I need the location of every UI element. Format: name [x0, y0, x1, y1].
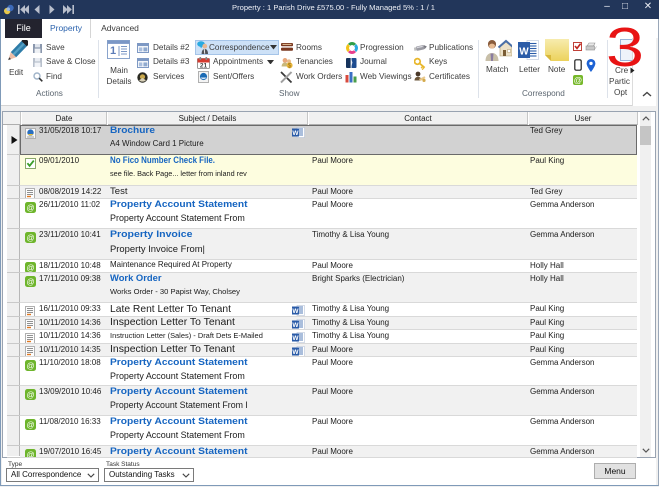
- svg-text:@: @: [26, 203, 34, 212]
- svg-text:@: @: [574, 75, 583, 85]
- svg-text:@: @: [26, 420, 34, 429]
- svg-text:W: W: [292, 130, 299, 137]
- svg-text:@: @: [26, 233, 34, 242]
- svg-text:@: @: [26, 277, 34, 286]
- svg-text:@: @: [26, 390, 34, 399]
- svg-text:1: 1: [110, 45, 116, 57]
- svg-text:@: @: [26, 263, 34, 272]
- svg-text:@: @: [26, 361, 34, 370]
- svg-text:@: @: [26, 450, 34, 458]
- svg-text:W: W: [292, 322, 299, 329]
- svg-text:W: W: [292, 349, 299, 356]
- svg-text:W: W: [292, 335, 299, 342]
- svg-text:21: 21: [200, 63, 208, 70]
- svg-text:W: W: [292, 308, 299, 315]
- svg-text:W: W: [519, 47, 529, 58]
